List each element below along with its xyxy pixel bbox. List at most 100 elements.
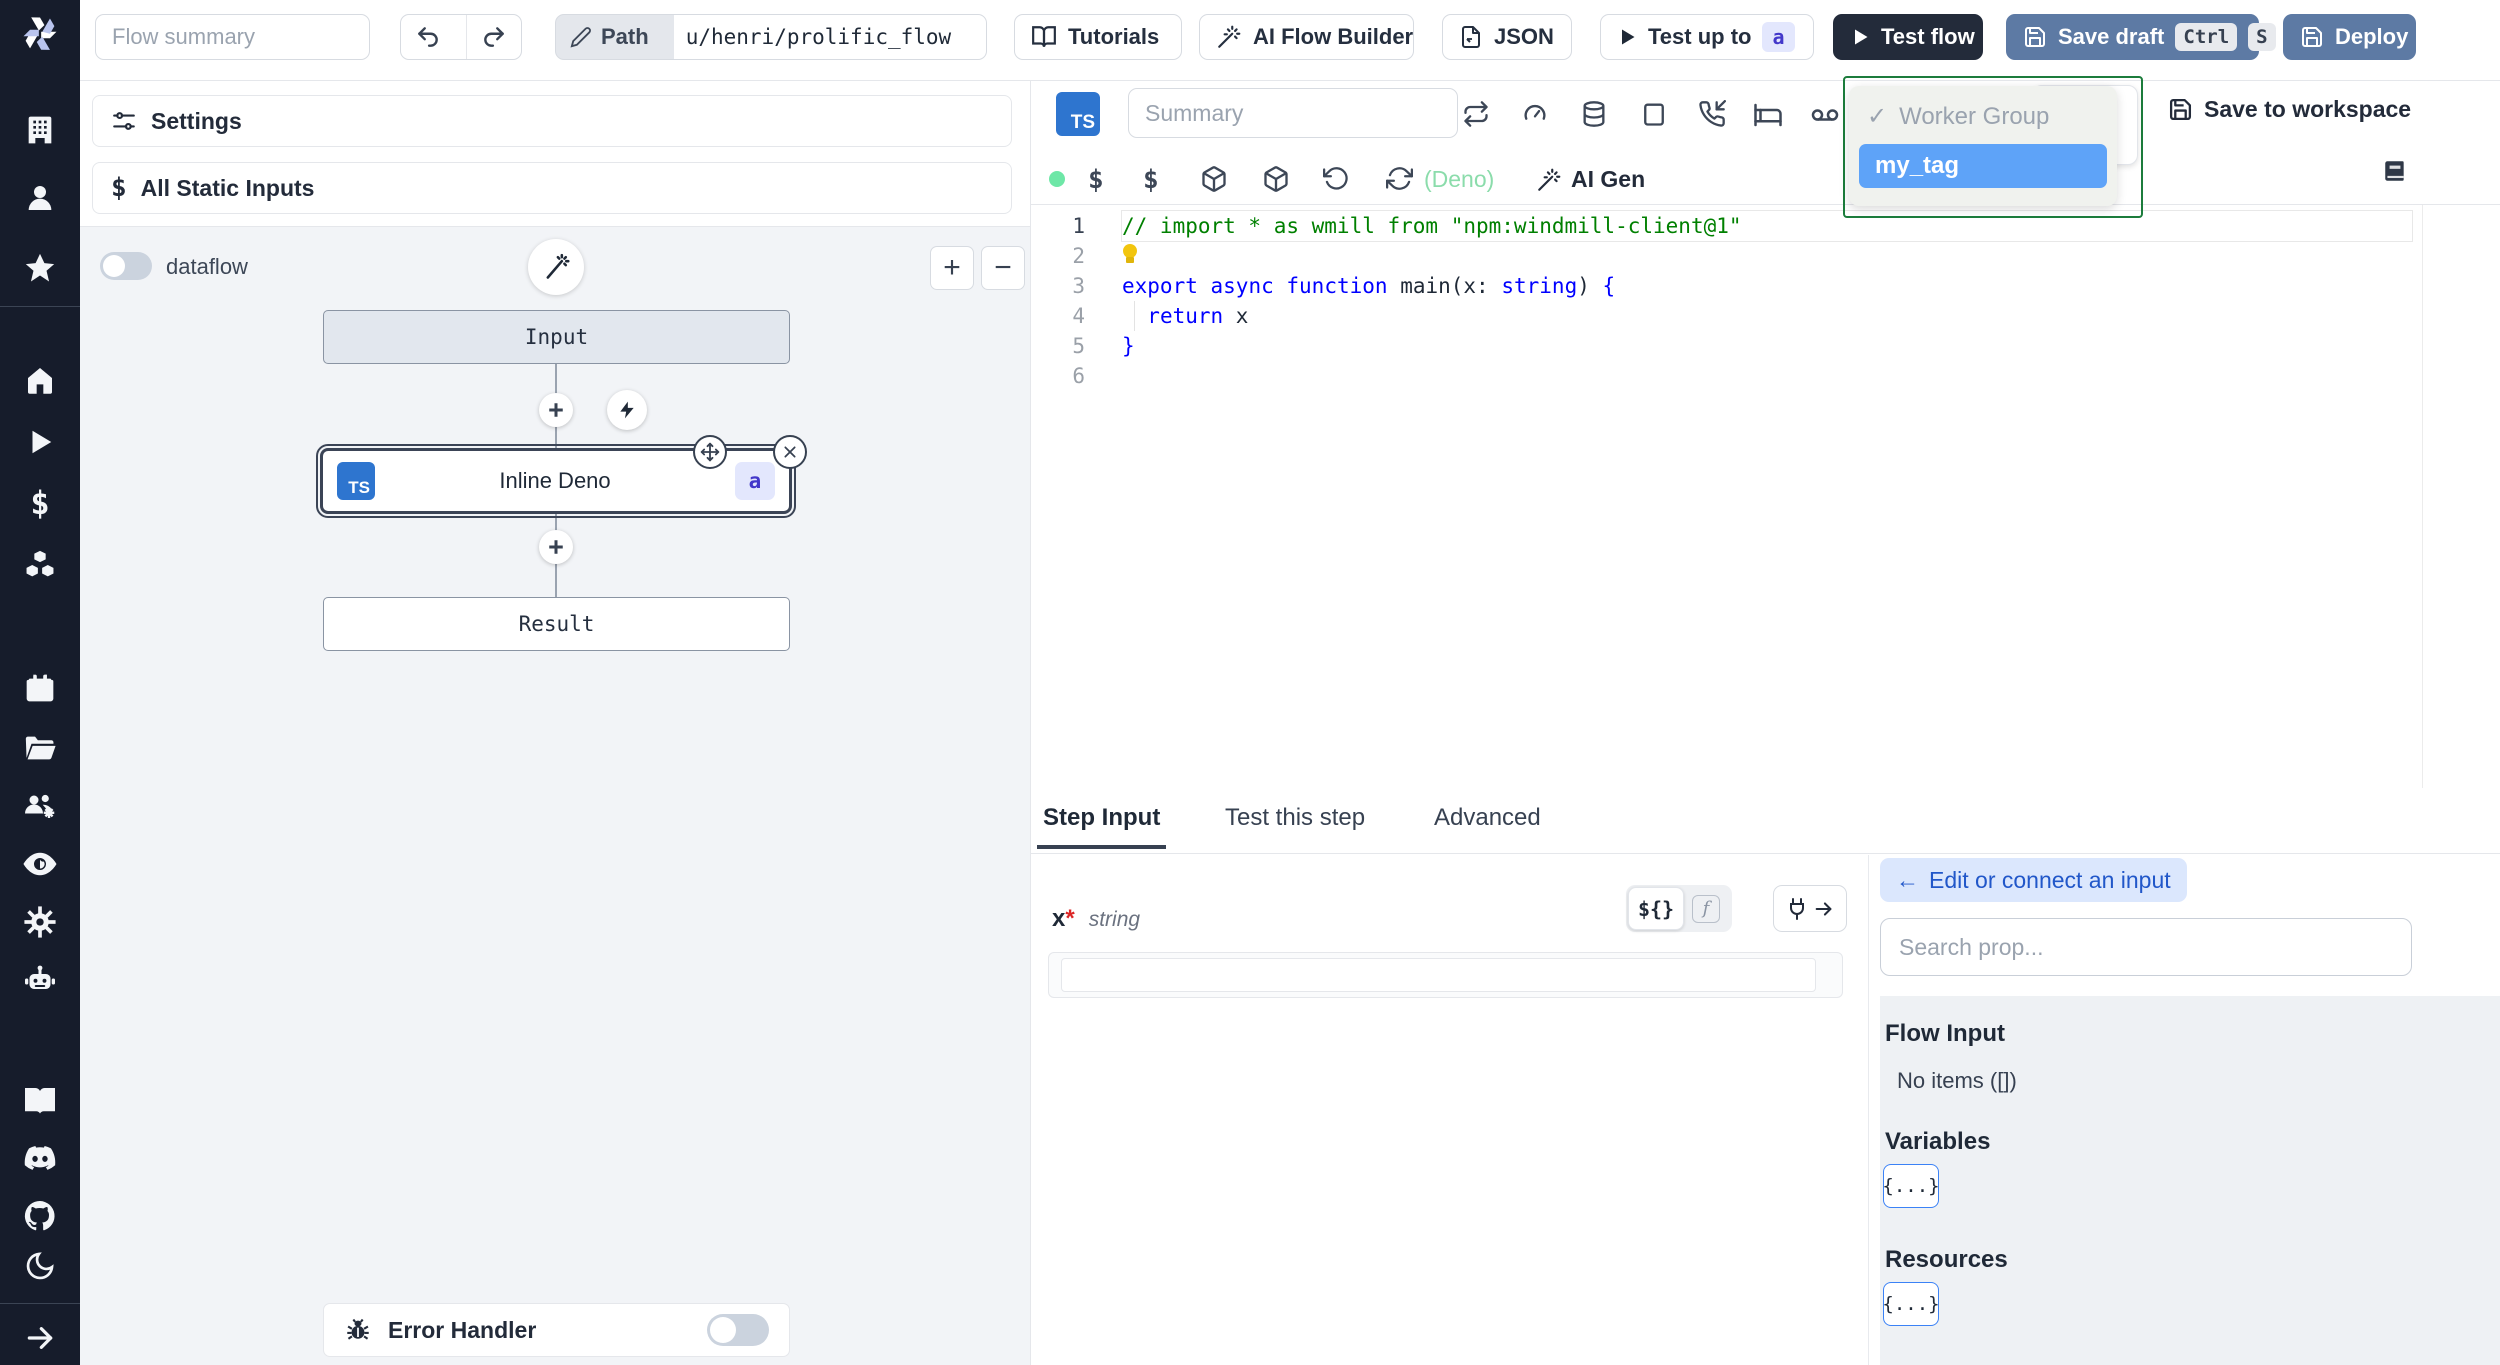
redo-button[interactable] xyxy=(466,15,521,59)
zoom-out-button[interactable]: − xyxy=(981,246,1025,290)
settings-gear-icon[interactable] xyxy=(23,905,57,939)
sleep-bed-icon[interactable] xyxy=(1753,100,1783,130)
dark-mode-moon-icon[interactable] xyxy=(24,1250,56,1282)
path-input[interactable] xyxy=(673,15,986,59)
insert-step-button[interactable] xyxy=(539,393,573,427)
code-line[interactable] xyxy=(1122,361,2412,391)
ai-gen-button[interactable]: AI Gen xyxy=(1536,166,1645,193)
flow-summary-input[interactable] xyxy=(96,15,369,59)
early-stop-phone-icon[interactable] xyxy=(1698,100,1726,128)
code-line[interactable]: export async function main(x: string) { xyxy=(1122,271,2412,301)
tutorials-button[interactable]: Tutorials xyxy=(1014,14,1182,60)
worker-group-selected-tag[interactable]: my_tag xyxy=(1859,144,2107,188)
test-flow-button[interactable]: Test flow xyxy=(1833,14,1983,60)
error-handler-toggle[interactable] xyxy=(707,1314,769,1346)
home-icon[interactable] xyxy=(24,364,56,396)
code-editor[interactable]: 1 2 3 4 5 6 // import * as wmill from "npm:wi… xyxy=(1031,205,2423,788)
undo-button[interactable] xyxy=(401,15,455,59)
input-node[interactable]: Input xyxy=(323,310,790,364)
magic-wand-icon xyxy=(542,253,570,281)
ai-robot-icon[interactable] xyxy=(22,962,58,998)
check-icon: ✓ xyxy=(1867,103,1888,130)
zoom-in-button[interactable]: + xyxy=(930,246,974,290)
mock-voicemail-icon[interactable] xyxy=(1810,100,1840,130)
trigger-bolt-button[interactable] xyxy=(607,390,647,430)
cache-database-icon[interactable] xyxy=(1580,100,1608,128)
template-mode-toggle[interactable]: ${} xyxy=(1628,887,1684,930)
save-to-workspace-button[interactable]: Save to workspace xyxy=(2168,96,2411,123)
auto-layout-wand-button[interactable] xyxy=(528,239,584,295)
package-cube-icon[interactable] xyxy=(1262,165,1290,193)
kbd-s: S xyxy=(2248,23,2276,51)
groups-users-gear-icon[interactable] xyxy=(22,788,58,824)
argument-type: string xyxy=(1088,908,1141,931)
package-cube-icon[interactable] xyxy=(1200,165,1228,193)
favorites-star-icon[interactable] xyxy=(23,251,57,285)
concurrency-square-icon[interactable] xyxy=(1640,100,1668,128)
workspace-building-icon[interactable] xyxy=(24,114,56,146)
argument-value-input[interactable] xyxy=(1061,958,1816,992)
error-handler-row[interactable]: Error Handler xyxy=(323,1303,790,1357)
variables-object-chip[interactable]: {...} xyxy=(1882,1164,1940,1208)
deploy-button[interactable]: Deploy xyxy=(2283,14,2416,60)
audit-eye-icon[interactable] xyxy=(22,846,58,882)
ai-flow-builder-button[interactable]: AI Flow Builder xyxy=(1199,14,1414,60)
line-number: 1 xyxy=(1072,214,1085,238)
tab-step-input[interactable]: Step Input xyxy=(1036,804,1167,849)
windmill-logo-icon[interactable] xyxy=(17,11,63,57)
discord-icon[interactable] xyxy=(22,1140,58,1176)
edit-or-connect-button[interactable]: ← Edit or connect an input xyxy=(1880,858,2187,902)
deno-runtime-label[interactable]: (Deno) xyxy=(1424,166,1494,193)
rail-divider xyxy=(0,1303,80,1304)
code-line[interactable]: } xyxy=(1122,331,2412,361)
bug-icon xyxy=(344,1316,372,1344)
flow-settings-row[interactable]: Settings xyxy=(92,95,1012,147)
save-draft-label: Save draft xyxy=(2058,24,2165,49)
flow-input-title: Flow Input xyxy=(1885,1020,2005,1047)
resources-object-chip[interactable]: {...} xyxy=(1882,1282,1940,1326)
resources-boxes-icon[interactable] xyxy=(23,548,57,582)
schedules-calendar-icon[interactable] xyxy=(24,672,56,704)
collapse-arrow-icon[interactable] xyxy=(24,1322,56,1354)
search-prop-input[interactable] xyxy=(1880,918,2412,976)
runs-play-icon[interactable] xyxy=(25,427,55,457)
insert-step-button[interactable] xyxy=(539,530,573,564)
resources-dollar-icon[interactable]: $ xyxy=(1143,165,1159,195)
function-mode-toggle[interactable]: f xyxy=(1686,889,1726,929)
result-node[interactable]: Result xyxy=(323,597,790,651)
resources-title: Resources xyxy=(1885,1246,2008,1273)
path-label-wrap: Path xyxy=(556,15,663,59)
timeout-gauge-icon[interactable] xyxy=(1521,100,1549,128)
retry-repeat-icon[interactable] xyxy=(1462,100,1490,128)
folders-icon[interactable] xyxy=(23,731,57,765)
save-draft-button[interactable]: Save draft Ctrl S xyxy=(2006,14,2276,60)
move-step-handle[interactable] xyxy=(693,435,727,469)
variables-dollar-icon[interactable]: $ xyxy=(1088,165,1104,195)
code-line[interactable] xyxy=(1122,241,2412,271)
json-button[interactable]: JSON xyxy=(1442,14,1572,60)
code-lines[interactable]: // import * as wmill from "npm:windmill-… xyxy=(1121,210,2413,391)
ai-gen-label: AI Gen xyxy=(1571,166,1646,192)
user-icon[interactable] xyxy=(24,182,56,214)
reset-rotate-ccw-icon[interactable] xyxy=(1323,165,1350,192)
code-line[interactable]: // import * as wmill from "npm:windmill-… xyxy=(1121,210,2413,242)
code-token: x xyxy=(1223,304,1249,328)
delete-step-button[interactable] xyxy=(773,435,807,469)
docs-book-icon[interactable] xyxy=(22,1082,58,1118)
line-number: 2 xyxy=(1072,244,1085,268)
refresh-icon[interactable] xyxy=(1386,165,1413,192)
variables-dollar-icon[interactable]: $ xyxy=(30,484,49,522)
lightbulb-icon[interactable] xyxy=(1122,244,1138,266)
connect-input-plug-button[interactable] xyxy=(1773,885,1847,932)
code-line[interactable]: return x xyxy=(1122,301,2412,331)
worker-group-option[interactable]: ✓ Worker Group xyxy=(1867,102,2049,131)
tab-test-this-step[interactable]: Test this step xyxy=(1225,804,1365,832)
github-icon[interactable] xyxy=(22,1198,58,1234)
test-up-to-button[interactable]: Test up to a xyxy=(1600,14,1814,60)
all-static-inputs-row[interactable]: $ All Static Inputs xyxy=(92,162,1012,214)
dataflow-toggle[interactable] xyxy=(100,252,152,280)
step-summary-input[interactable] xyxy=(1129,89,1489,137)
tab-advanced[interactable]: Advanced xyxy=(1434,804,1541,832)
worker-group-option-label: Worker Group xyxy=(1899,102,2050,130)
library-book-icon[interactable] xyxy=(2382,158,2408,184)
